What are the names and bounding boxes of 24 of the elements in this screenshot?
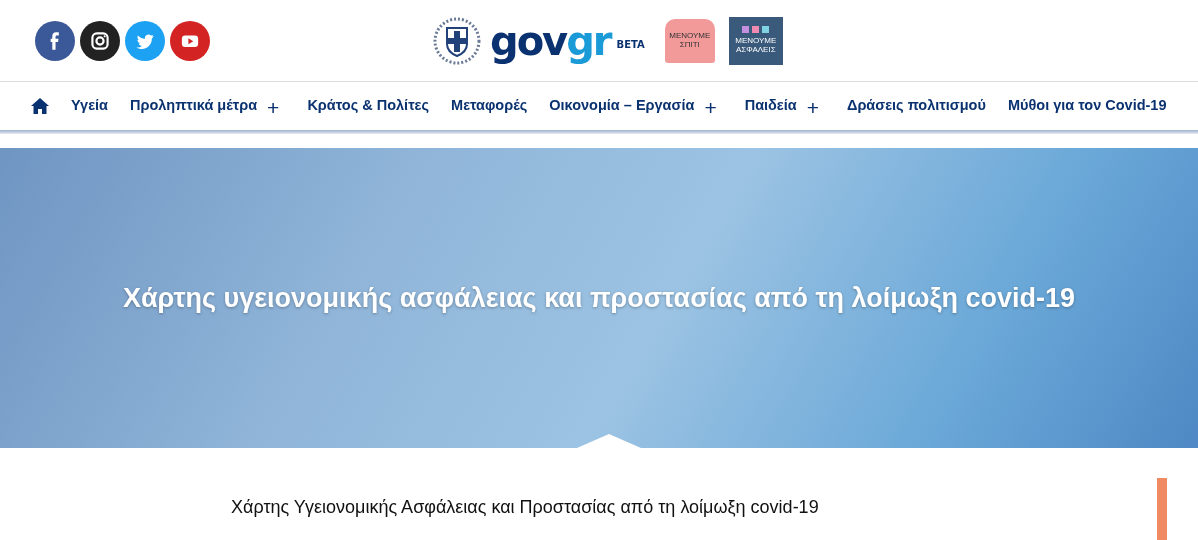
accent-bar	[1157, 478, 1167, 540]
instagram-icon[interactable]	[80, 20, 120, 61]
nav-link[interactable]: Παιδεία +	[744, 94, 819, 118]
crest-emblem-icon	[432, 15, 482, 66]
nav-link[interactable]: Προληπτικά μέτρα +	[129, 94, 280, 118]
nav-link[interactable]: Οικονομία – Εργασία +	[549, 94, 717, 118]
nav-link[interactable]: Μεταφορές	[451, 97, 528, 115]
notch-marker	[577, 434, 641, 448]
nav-link[interactable]: Υγεία	[71, 97, 108, 115]
nav-link[interactable]: Δράσεις πολιτισμού	[846, 97, 986, 115]
home-icon[interactable]	[31, 98, 49, 114]
youtube-icon[interactable]	[170, 20, 210, 61]
beta-label: BETA	[616, 38, 645, 50]
twitter-icon[interactable]	[125, 20, 165, 61]
nav-link[interactable]: Μύθοι για τον Covid-19	[1007, 97, 1167, 115]
plus-icon: +	[806, 96, 819, 118]
stay-home-badge[interactable]: ΜΕΝΟΥΜΕ ΣΠΙΤΙ	[664, 18, 715, 63]
plus-icon: +	[704, 96, 717, 118]
nav-link[interactable]: Κράτος & Πολίτες	[307, 97, 430, 115]
banner-title: Χάρτης υγειονομικής ασφάλειας και προστασίας από τη λοίμωξη covid-19	[122, 282, 1076, 314]
plus-icon: +	[267, 96, 280, 118]
facebook-icon[interactable]	[35, 20, 75, 61]
stay-safe-badge[interactable]: ΜΕΝΟΥΜΕ ΑΣΦΑΛΕΙΣ	[728, 16, 783, 65]
page-heading: Χάρτης Υγειονομικής Ασφάλειας και Προστασίας από τη λοίμωξη covid-19	[231, 497, 820, 518]
